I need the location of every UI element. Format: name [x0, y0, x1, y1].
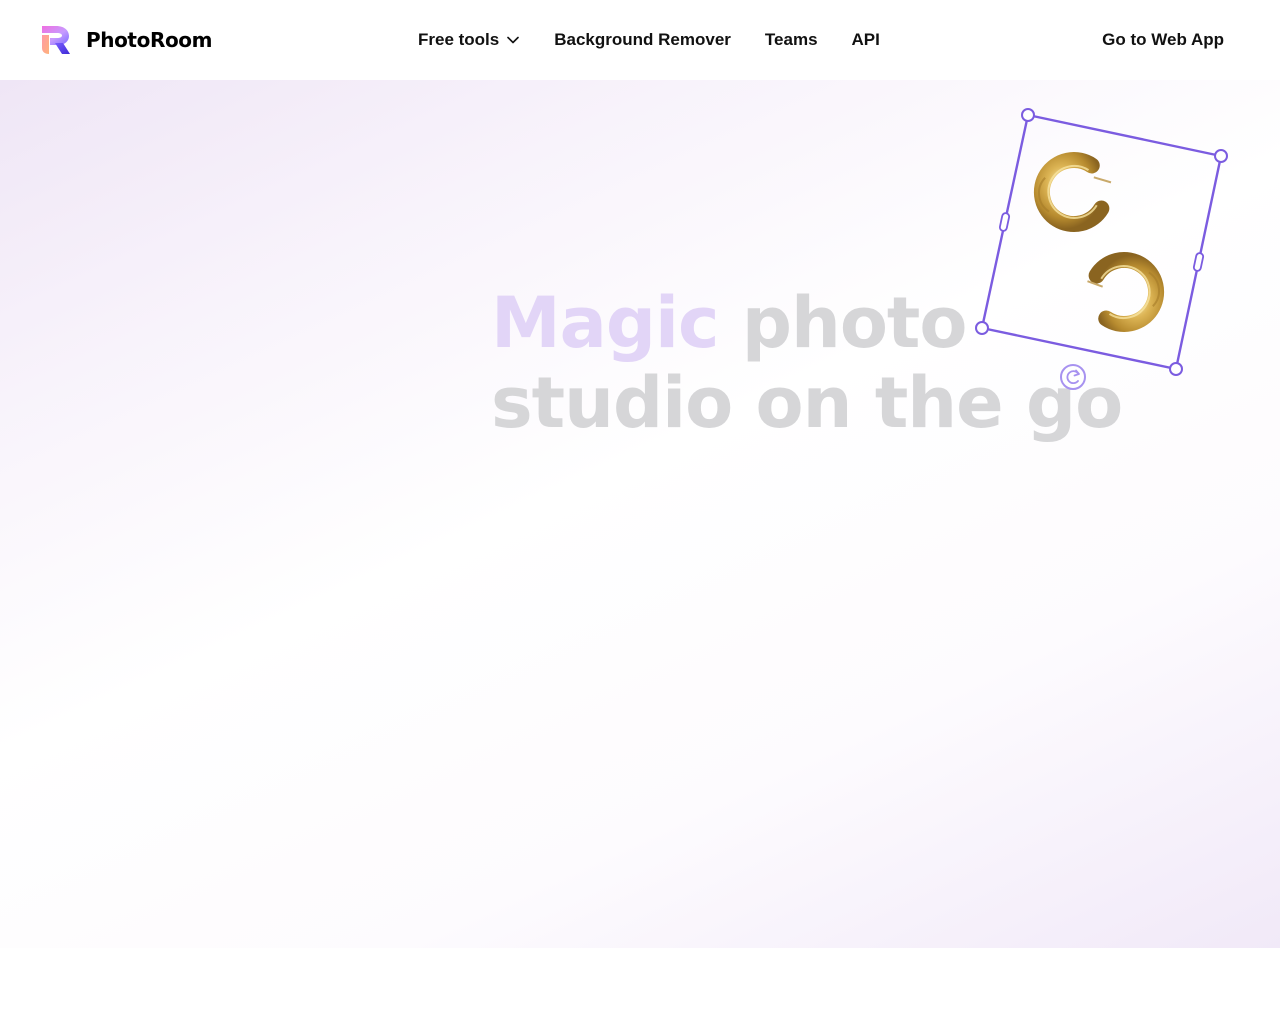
nav-free-tools-label: Free tools: [418, 30, 500, 49]
resize-handle-icon[interactable]: [975, 321, 989, 335]
nav-teams[interactable]: Teams: [765, 30, 818, 50]
headline-line1-rest: photo: [741, 282, 968, 364]
earrings-image: [1033, 152, 1165, 332]
nav-free-tools[interactable]: Free tools: [418, 30, 520, 50]
selection-outline: [980, 113, 1223, 371]
resize-handle-icon[interactable]: [1214, 149, 1228, 163]
chevron-down-icon: [507, 36, 520, 44]
main-nav: Free tools Background Remover Teams API: [418, 28, 880, 52]
go-to-web-app-link[interactable]: Go to Web App: [1102, 28, 1224, 52]
nav-api[interactable]: API: [852, 30, 880, 50]
site-header: PhotoRoom Free tools Background Remover …: [0, 0, 1280, 80]
photoroom-logo[interactable]: PhotoRoom: [40, 24, 212, 56]
resize-handle-icon[interactable]: [1021, 108, 1035, 122]
side-handle-icon[interactable]: [1192, 252, 1205, 272]
earrings-selection-frame[interactable]: [968, 102, 1238, 402]
rotate-icon[interactable]: [1060, 364, 1086, 390]
nav-background-remover[interactable]: Background Remover: [554, 30, 731, 50]
side-handle-icon[interactable]: [998, 212, 1011, 232]
resize-handle-icon[interactable]: [1169, 362, 1183, 376]
photoroom-logo-icon: [42, 26, 70, 54]
brand-name: PhotoRoom: [86, 28, 213, 52]
headline-highlight-word: Magic: [491, 282, 719, 364]
hero-section: Magic photo studio on the go: [0, 80, 1280, 948]
